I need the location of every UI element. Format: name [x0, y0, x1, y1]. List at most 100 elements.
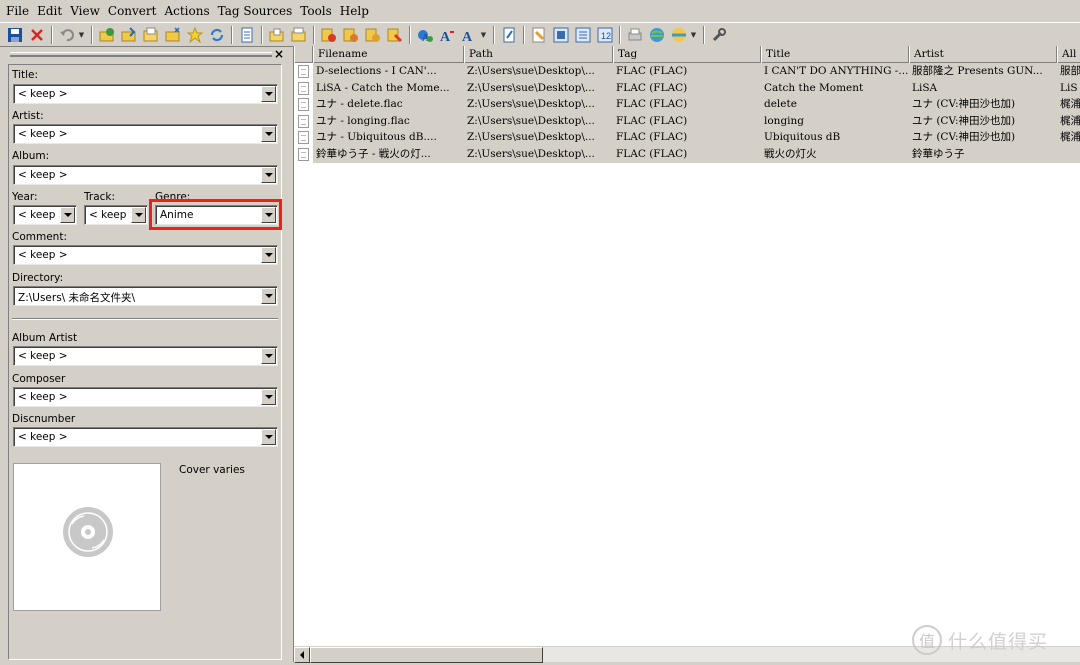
paste-tag-button[interactable]: [288, 24, 309, 45]
composer-dropdown-button[interactable]: [261, 389, 276, 405]
column-header-tag[interactable]: Tag: [613, 46, 761, 63]
web-sources-button[interactable]: [646, 24, 667, 45]
copy-tag-button[interactable]: [266, 24, 287, 45]
actions-button[interactable]: A: [414, 24, 435, 45]
change-directory-button[interactable]: [96, 24, 117, 45]
title-dropdown-button[interactable]: [261, 86, 276, 102]
scroll-thumb[interactable]: [310, 647, 543, 663]
column-header-icon[interactable]: [294, 46, 313, 63]
add-folder-button[interactable]: [162, 24, 183, 45]
panel-grip[interactable]: [10, 52, 272, 57]
table-row[interactable]: ユナ - longing.flac Z:\Users\sue\Desktop\..…: [294, 112, 1080, 130]
web-sources-icon: [649, 27, 664, 42]
toolbar: ▼ A A A ▼ 12 ▼: [0, 22, 1080, 47]
scroll-left-button[interactable]: [294, 647, 310, 663]
menu-actions[interactable]: Actions: [160, 0, 213, 22]
cell-all: LiS: [1057, 79, 1080, 97]
tag-to-filename-button[interactable]: [318, 24, 339, 45]
menu-file[interactable]: File: [2, 0, 33, 22]
menu-view[interactable]: View: [66, 0, 104, 22]
cell-tag: FLAC (FLAC): [613, 96, 761, 114]
discogs-button[interactable]: [668, 24, 689, 45]
menu-tag-sources[interactable]: Tag Sources: [214, 0, 297, 22]
table-row[interactable]: ユナ - Ubiquitous dB.... Z:\Users\sue\Deskt…: [294, 129, 1080, 147]
cell-title: I CAN'T DO ANYTHING -...: [761, 63, 909, 80]
year-dropdown-button[interactable]: [60, 207, 75, 223]
table-row[interactable]: D-selections - I CAN'... Z:\Users\sue\Des…: [294, 63, 1080, 80]
toolbar-separator: [409, 25, 411, 44]
album-artist-label: Album Artist: [12, 332, 78, 344]
open-folder-button[interactable]: [140, 24, 161, 45]
tag-panel-header: ×: [2, 47, 288, 62]
import-icon: [553, 27, 568, 42]
remove-tag-button[interactable]: [26, 24, 47, 45]
dropdown-arrow-icon[interactable]: ▼: [78, 31, 85, 39]
cover-art-box[interactable]: [13, 463, 161, 611]
track-field[interactable]: < keep >: [84, 205, 148, 225]
album-artist-field[interactable]: < keep >: [13, 346, 278, 366]
cell-all: [1057, 146, 1080, 163]
panel-close-button[interactable]: ×: [274, 47, 284, 61]
tag-to-tag-button[interactable]: [384, 24, 405, 45]
column-header-path[interactable]: Path: [464, 46, 613, 63]
directory-field[interactable]: Z:\Users\ 未命名文件夹\: [13, 286, 278, 306]
print-button[interactable]: [624, 24, 645, 45]
save-button[interactable]: [4, 24, 25, 45]
column-header-artist[interactable]: Artist: [909, 46, 1057, 63]
menu-edit[interactable]: Edit: [33, 0, 66, 22]
cell-all: 服部: [1057, 63, 1080, 80]
album-artist-dropdown-button[interactable]: [261, 348, 276, 364]
table-row[interactable]: ユナ - delete.flac Z:\Users\sue\Desktop\...…: [294, 96, 1080, 114]
cd-icon: [63, 507, 113, 557]
dropdown-arrow-icon[interactable]: ▼: [690, 31, 697, 39]
comment-dropdown-button[interactable]: [261, 247, 276, 263]
export-button[interactable]: [528, 24, 549, 45]
cell-tag: FLAC (FLAC): [613, 146, 761, 163]
favorites-star-button[interactable]: [184, 24, 205, 45]
table-row[interactable]: 鈴華ゆう子 - 戦火の灯... Z:\Users\sue\Desktop\... F…: [294, 146, 1080, 163]
column-header-filename[interactable]: Filename: [313, 46, 464, 63]
file-icon: [298, 65, 309, 78]
menu-tools[interactable]: Tools: [296, 0, 336, 22]
extended-tags-button[interactable]: [498, 24, 519, 45]
case-conversion-button[interactable]: A: [436, 24, 457, 45]
import-button[interactable]: [550, 24, 571, 45]
dropdown-arrow-icon[interactable]: ▼: [480, 31, 487, 39]
file-list[interactable]: Filename Path Tag Title Artist All D-selectio…: [293, 46, 1080, 663]
year-field[interactable]: < keep >: [13, 205, 77, 225]
add-folder-icon: [165, 26, 180, 41]
select-all-button[interactable]: [236, 24, 257, 45]
table-row[interactable]: LiSA - Catch the Mome... Z:\Users\sue\Des…: [294, 79, 1080, 97]
file-icon: [298, 81, 309, 95]
playlist-button[interactable]: [572, 24, 593, 45]
track-dropdown-button[interactable]: [131, 207, 146, 223]
album-field[interactable]: < keep >: [13, 165, 278, 185]
directory-dropdown-button[interactable]: [261, 288, 276, 304]
numbering-wizard-button[interactable]: 12: [594, 24, 615, 45]
copy-tag-icon: [269, 28, 283, 41]
column-header-title[interactable]: Title: [761, 46, 909, 63]
tools-wrench-button[interactable]: [708, 24, 729, 45]
title-field[interactable]: < keep >: [13, 84, 278, 104]
text-file-to-tag-button[interactable]: [362, 24, 383, 45]
add-directory-button[interactable]: [118, 24, 139, 45]
font-case-button[interactable]: A: [458, 24, 479, 45]
discnumber-field[interactable]: < keep >: [13, 427, 278, 447]
discogs-icon: [671, 27, 686, 42]
filename-to-tag-button[interactable]: [340, 24, 361, 45]
refresh-button[interactable]: [206, 24, 227, 45]
discnumber-dropdown-button[interactable]: [261, 429, 276, 445]
add-directory-icon: [121, 26, 135, 41]
menu-help[interactable]: Help: [336, 0, 373, 22]
undo-button[interactable]: [56, 24, 77, 45]
comment-field[interactable]: < keep >: [13, 245, 278, 265]
artist-dropdown-button[interactable]: [261, 126, 276, 142]
file-icon: [298, 148, 309, 161]
composer-field[interactable]: < keep >: [13, 387, 278, 407]
album-dropdown-button[interactable]: [261, 167, 276, 183]
menu-convert[interactable]: Convert: [104, 0, 161, 22]
column-header-all[interactable]: All: [1057, 46, 1080, 63]
cell-path: Z:\Users\sue\Desktop\...: [464, 129, 613, 147]
artist-field[interactable]: < keep >: [13, 124, 278, 144]
cell-path: Z:\Users\sue\Desktop\...: [464, 112, 613, 130]
